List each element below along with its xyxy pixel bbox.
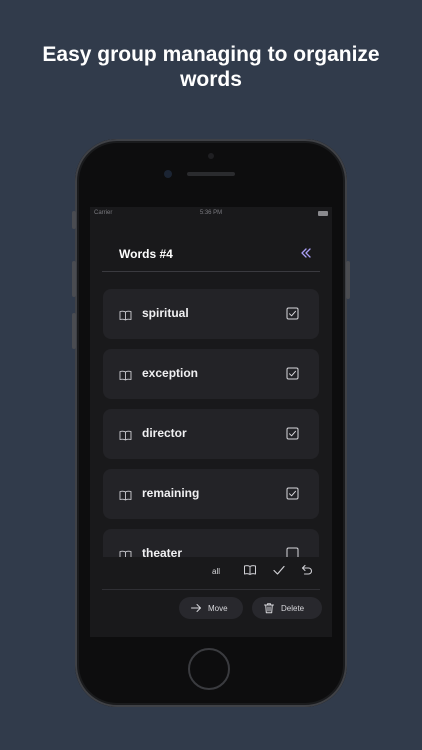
toolbar-divider	[102, 589, 320, 590]
word-label: remaining	[142, 486, 200, 500]
word-card[interactable]: spiritual	[103, 289, 319, 339]
word-label: exception	[142, 366, 199, 380]
book-icon[interactable]	[119, 428, 132, 441]
volume-up-button	[72, 261, 76, 297]
front-camera	[164, 170, 172, 178]
headline: Easy group managing to organize words	[0, 42, 422, 92]
arrow-right-icon	[191, 604, 201, 612]
undo-icon[interactable]	[300, 563, 314, 577]
book-icon[interactable]	[119, 368, 132, 381]
book-icon[interactable]	[119, 488, 132, 501]
headline-line-1: Easy group managing to organize	[42, 43, 380, 66]
proximity-sensor	[208, 153, 214, 159]
battery-icon	[318, 211, 328, 216]
checkbox-checked-icon[interactable]	[286, 427, 299, 440]
home-button[interactable]	[188, 648, 230, 690]
move-button[interactable]: Move	[179, 597, 243, 619]
checkbox-checked-icon[interactable]	[286, 487, 299, 500]
silent-switch	[72, 211, 76, 229]
checkbox-checked-icon[interactable]	[286, 307, 299, 320]
word-card[interactable]: remaining	[103, 469, 319, 519]
double-chevron-left-icon[interactable]	[298, 245, 314, 261]
select-all-button[interactable]: all	[212, 567, 220, 576]
checkbox-checked-icon[interactable]	[286, 367, 299, 380]
check-icon[interactable]	[272, 563, 286, 577]
delete-button[interactable]: Delete	[252, 597, 322, 619]
word-label: director	[142, 426, 187, 440]
volume-down-button	[72, 313, 76, 349]
header-divider	[102, 271, 320, 272]
word-card[interactable]: director	[103, 409, 319, 459]
status-time: 5:36 PM	[199, 210, 223, 216]
word-label: spiritual	[142, 306, 189, 320]
bottom-toolbar: all Move Delete	[90, 557, 332, 637]
headline-line-2: words	[180, 68, 242, 91]
page-title: Words #4	[119, 247, 173, 261]
trash-icon	[264, 603, 274, 614]
word-card[interactable]: exception	[103, 349, 319, 399]
move-button-label: Move	[208, 604, 228, 613]
delete-button-label: Delete	[281, 604, 305, 613]
status-bar: Carrier 5:36 PM	[90, 207, 332, 221]
app-screen: Carrier 5:36 PM Words #4 spiritual except…	[90, 207, 332, 637]
power-button	[346, 261, 350, 299]
earpiece-speaker	[187, 172, 235, 176]
book-icon[interactable]	[119, 308, 132, 321]
phone-frame: Carrier 5:36 PM Words #4 spiritual except…	[72, 139, 350, 707]
book-icon[interactable]	[243, 563, 257, 577]
